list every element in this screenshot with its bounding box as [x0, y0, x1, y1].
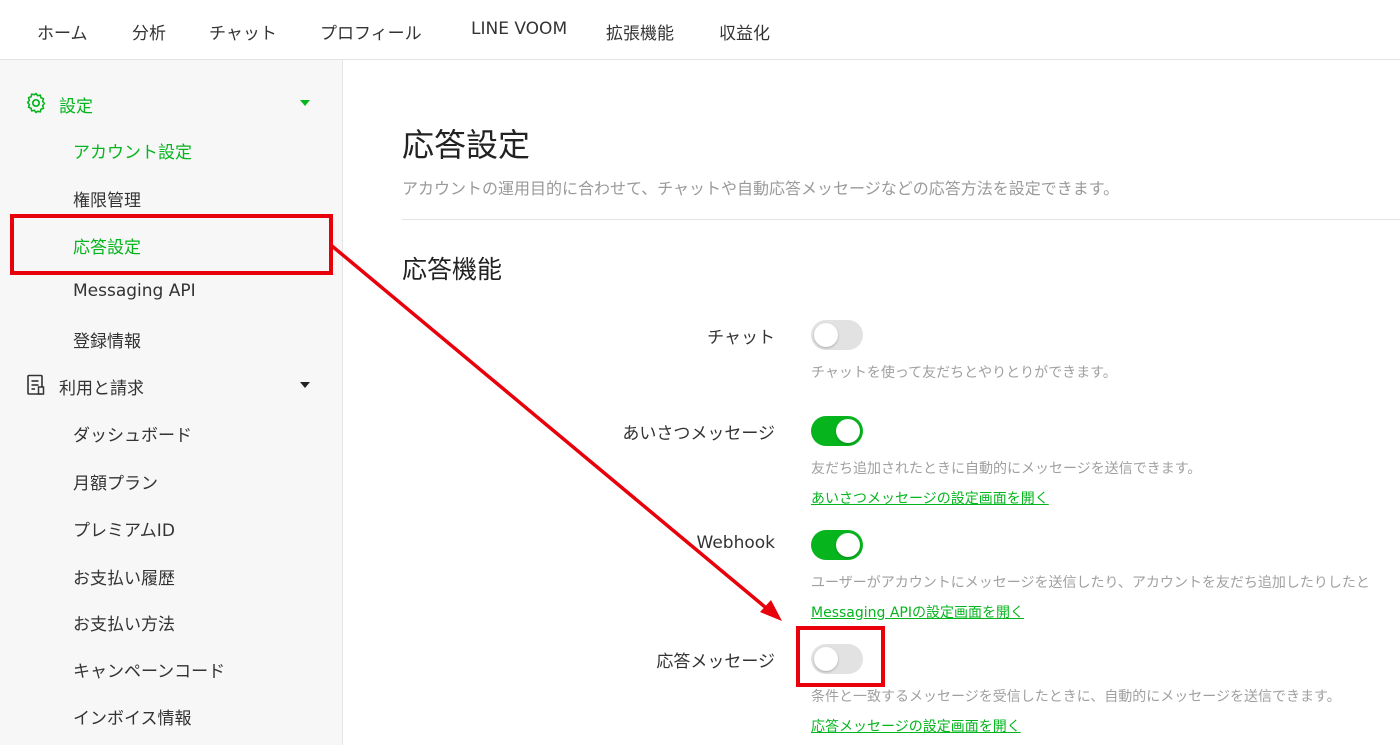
toggle-knob: [814, 323, 838, 347]
annotation-highlight-toggle: [796, 626, 885, 687]
setting-label-chat: チャット: [707, 328, 775, 348]
caret-down-icon: [300, 382, 310, 388]
sidebar-item-permissions[interactable]: 権限管理: [73, 186, 141, 211]
setting-label-greeting: あいさつメッセージ: [622, 424, 775, 444]
page-title: 応答設定: [402, 126, 531, 164]
nav-line-voom[interactable]: LINE VOOM: [471, 19, 567, 39]
sidebar-item-payment-method[interactable]: お支払い方法: [73, 610, 175, 635]
annotation-highlight-sidebar: [10, 214, 333, 275]
nav-monetization[interactable]: 収益化: [719, 19, 770, 44]
sidebar-item-account-settings[interactable]: アカウント設定: [73, 138, 192, 163]
section-title: 応答機能: [402, 255, 503, 284]
nav-analytics[interactable]: 分析: [132, 19, 166, 44]
sidebar-section-settings[interactable]: 設定: [24, 91, 324, 117]
auto-response-settings-link[interactable]: 応答メッセージの設定画面を開く: [811, 716, 1021, 736]
setting-desc-auto-response: 条件と一致するメッセージを受信したときに、自動的にメッセージを送信できます。: [811, 689, 1341, 705]
greeting-message-toggle[interactable]: [811, 416, 863, 446]
webhook-toggle[interactable]: [811, 530, 863, 560]
setting-desc-webhook: ユーザーがアカウントにメッセージを送信したり、アカウントを友だち追加したりしたと: [811, 575, 1370, 591]
sidebar-item-monthly-plan[interactable]: 月額プラン: [73, 469, 158, 494]
sidebar-item-payment-history[interactable]: お支払い履歴: [73, 564, 175, 589]
sidebar-item-campaign-code[interactable]: キャンペーンコード: [73, 657, 225, 682]
setting-label-webhook: Webhook: [696, 533, 775, 553]
chat-toggle[interactable]: [811, 320, 863, 350]
nav-extensions[interactable]: 拡張機能: [606, 19, 674, 44]
sidebar-section-label: 設定: [59, 97, 93, 117]
sidebar-item-dashboard[interactable]: ダッシュボード: [73, 421, 192, 446]
toggle-knob: [836, 533, 860, 557]
sidebar: 設定 アカウント設定 権限管理 応答設定 Messaging API 登録情報 …: [0, 60, 343, 745]
setting-desc-chat: チャットを使って友だちとやりとりができます。: [811, 365, 1117, 381]
greeting-settings-link[interactable]: あいさつメッセージの設定画面を開く: [811, 488, 1049, 508]
messaging-api-settings-link[interactable]: Messaging APIの設定画面を開く: [811, 602, 1024, 622]
nav-chat[interactable]: チャット: [209, 19, 277, 44]
sidebar-item-invoice-info[interactable]: インボイス情報: [73, 704, 192, 729]
document-icon: [27, 374, 45, 395]
caret-down-icon: [300, 100, 310, 106]
nav-home[interactable]: ホーム: [37, 19, 88, 44]
setting-label-auto-response: 応答メッセージ: [656, 652, 775, 672]
top-navigation: ホーム 分析 チャット プロフィール LINE VOOM 拡張機能 収益化: [0, 0, 1400, 60]
sidebar-item-messaging-api[interactable]: Messaging API: [73, 281, 196, 301]
sidebar-section-label: 利用と請求: [59, 379, 144, 399]
setting-desc-greeting: 友だち追加されたときに自動的にメッセージを送信できます。: [811, 461, 1202, 477]
sidebar-section-billing[interactable]: 利用と請求: [24, 373, 324, 399]
divider: [402, 219, 1400, 220]
toggle-knob: [836, 419, 860, 443]
sidebar-item-registration-info[interactable]: 登録情報: [73, 327, 141, 352]
page-description: アカウントの運用目的に合わせて、チャットや自動応答メッセージなどの応答方法を設定…: [402, 179, 1120, 198]
nav-profile[interactable]: プロフィール: [320, 19, 422, 44]
sidebar-item-premium-id[interactable]: プレミアムID: [73, 516, 175, 541]
gear-icon: [26, 92, 46, 114]
